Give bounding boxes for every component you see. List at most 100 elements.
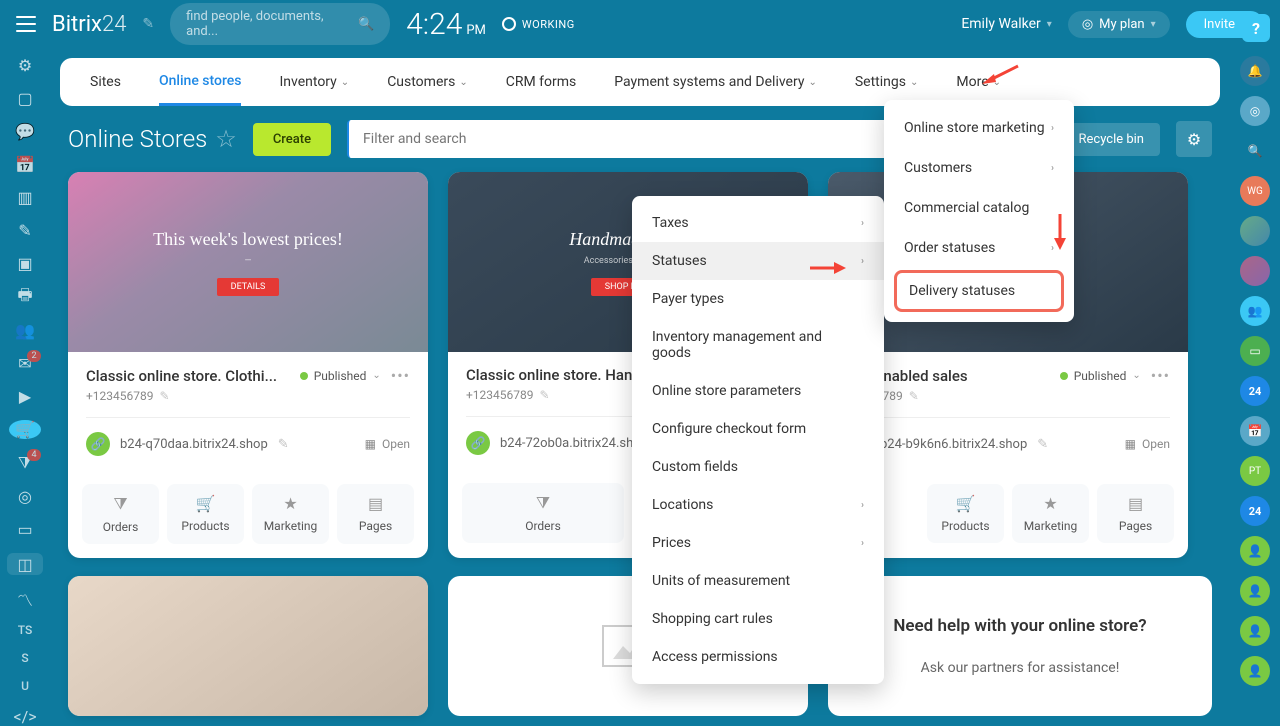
logo[interactable]: Bitrix24 [52,12,126,37]
submenu-prices[interactable]: Prices› [632,524,884,562]
rail-cart-icon[interactable]: 🛒 [9,420,41,439]
rail-video-icon[interactable]: ▶ [15,387,35,406]
avatar-24[interactable]: 24 [1240,376,1270,406]
avatar-user4-icon[interactable]: 👤 [1240,656,1270,686]
submenu-cart-rules[interactable]: Shopping cart rules [632,600,884,638]
star-icon[interactable]: ☆ [215,125,237,153]
submenu-custom-fields[interactable]: Custom fields [632,448,884,486]
edit-pencil-icon[interactable]: ✎ [142,16,154,32]
hamburger-menu[interactable] [16,16,36,32]
help-title: Need help with your online store? [848,616,1192,636]
chevron-right-icon: › [1051,123,1054,134]
rail-calendar-icon[interactable]: ▢ [15,89,35,108]
edit-icon[interactable]: ✎ [1037,437,1048,452]
submenu-units[interactable]: Units of measurement [632,562,884,600]
nav-sites[interactable]: Sites [90,58,121,106]
nav-customers[interactable]: Customers⌄ [387,58,468,106]
action-products[interactable]: 🛒Products [167,484,244,544]
nav-online-stores[interactable]: Online stores [159,58,242,106]
more-dots-icon[interactable]: ••• [391,366,410,385]
rail-mail-icon[interactable]: ✉2 [15,354,35,373]
status-badge[interactable]: Published⌄ [1060,369,1141,383]
rail-s[interactable]: S [21,651,28,665]
rail-target-icon[interactable]: ◎ [15,487,35,506]
avatar-1[interactable] [1240,216,1270,246]
edit-icon[interactable]: ✎ [909,389,919,403]
rail-analytics-icon[interactable]: 〽 [15,589,35,609]
rail-filter-icon[interactable]: ⧩4 [15,453,35,473]
open-link[interactable]: ▦Open [365,437,410,451]
nav-payment[interactable]: Payment systems and Delivery⌄ [614,58,817,106]
rail-doc-icon[interactable]: ▥ [15,188,35,207]
annotation-arrow-icon [808,254,848,287]
avatar-card-icon[interactable]: ▭ [1240,336,1270,366]
rail-u[interactable]: U [21,679,29,693]
submenu-store-params[interactable]: Online store parameters [632,372,884,410]
edit-icon[interactable]: ✎ [160,389,170,403]
menu-customers[interactable]: Customers› [884,148,1074,188]
chevron-down-icon: ▾ [1047,19,1052,30]
menu-online-store-marketing[interactable]: Online store marketing› [884,108,1074,148]
avatar-user1-icon[interactable]: 👤 [1240,536,1270,566]
avatar-wg[interactable]: WG [1240,176,1270,206]
rail-code-icon[interactable]: </> [15,707,35,726]
submenu-locations[interactable]: Locations› [632,486,884,524]
help-card: Need help with your online store? Ask ou… [828,576,1212,716]
shop-url[interactable]: b24-b9k6n6.bitrix24.shop [880,437,1027,452]
nav-inventory[interactable]: Inventory⌄ [279,58,349,106]
notif-chat-icon[interactable]: ◎ [1240,96,1270,126]
rail-chat-icon[interactable]: 💬 [15,122,35,141]
rail-android-icon[interactable]: ▣ [15,254,35,273]
avatar-user3-icon[interactable]: 👤 [1240,616,1270,646]
global-search[interactable]: find people, documents, and... 🔍 [170,3,390,45]
nav-crm-forms[interactable]: CRM forms [506,58,577,106]
create-button[interactable]: Create [253,123,331,156]
clock[interactable]: 4:24 PM [406,7,486,42]
rail-team-icon[interactable]: 👥 [15,321,35,340]
action-orders[interactable]: ⧩Orders [82,484,159,544]
action-marketing[interactable]: ★Marketing [1012,484,1089,543]
hero-cta-button[interactable]: DETAILS [217,278,280,296]
rail-events-icon[interactable]: 📅 [15,155,35,174]
working-status[interactable]: WORKING [502,17,575,31]
rail-structure-icon[interactable]: ⚙ [15,56,35,75]
action-marketing[interactable]: ★Marketing [252,484,329,544]
notif-search-icon[interactable]: 🔍 [1240,136,1270,166]
action-orders[interactable]: ⧩Orders [462,483,624,543]
avatar-24b[interactable]: 24 [1240,496,1270,526]
action-pages[interactable]: ▤Pages [337,484,414,544]
nav-settings[interactable]: Settings⌄ [855,58,919,106]
shop-url[interactable]: b24-q70daa.bitrix24.shop [120,437,268,452]
submenu-inventory-mgmt[interactable]: Inventory management and goods [632,318,884,372]
notif-bell-icon[interactable]: 🔔 [1240,56,1270,86]
open-link[interactable]: ▦Open [1125,437,1170,451]
edit-icon[interactable]: ✎ [540,388,550,402]
recycle-bin-button[interactable]: Recycle bin [1062,123,1160,156]
avatar-2[interactable] [1240,256,1270,286]
more-dots-icon[interactable]: ••• [1151,366,1170,385]
rail-box-icon[interactable]: ◫ [7,553,43,575]
avatar-group-icon[interactable]: 👥 [1240,296,1270,326]
help-button[interactable]: ? [1242,14,1270,42]
menu-delivery-statuses[interactable]: Delivery statuses [894,270,1064,312]
user-menu[interactable]: Emily Walker ▾ [961,16,1052,32]
submenu-checkout[interactable]: Configure checkout form [632,410,884,448]
my-plan-button[interactable]: ◎My plan▾ [1068,11,1170,38]
shop-url[interactable]: b24-72ob0a.bitrix24.sh... [500,436,644,451]
settings-gear-button[interactable]: ⚙ [1176,121,1212,157]
card-hero[interactable]: This week's lowest prices! — DETAILS [68,172,428,352]
rail-contact-icon[interactable]: ▭ [15,520,35,539]
submenu-taxes[interactable]: Taxes› [632,204,884,242]
avatar-cal-icon[interactable]: 📅 [1240,416,1270,446]
rail-print-icon[interactable]: 🖶 [15,287,35,307]
avatar-user2-icon[interactable]: 👤 [1240,576,1270,606]
submenu-access[interactable]: Access permissions [632,638,884,676]
rail-sign-icon[interactable]: ✎ [15,221,35,240]
rail-ts[interactable]: TS [18,623,32,637]
card-hero[interactable] [68,576,428,716]
avatar-pt[interactable]: PT [1240,456,1270,486]
edit-icon[interactable]: ✎ [278,437,289,452]
action-pages[interactable]: ▤Pages [1097,484,1174,543]
status-badge[interactable]: Published⌄ [300,369,381,383]
action-products[interactable]: 🛒Products [927,484,1004,543]
